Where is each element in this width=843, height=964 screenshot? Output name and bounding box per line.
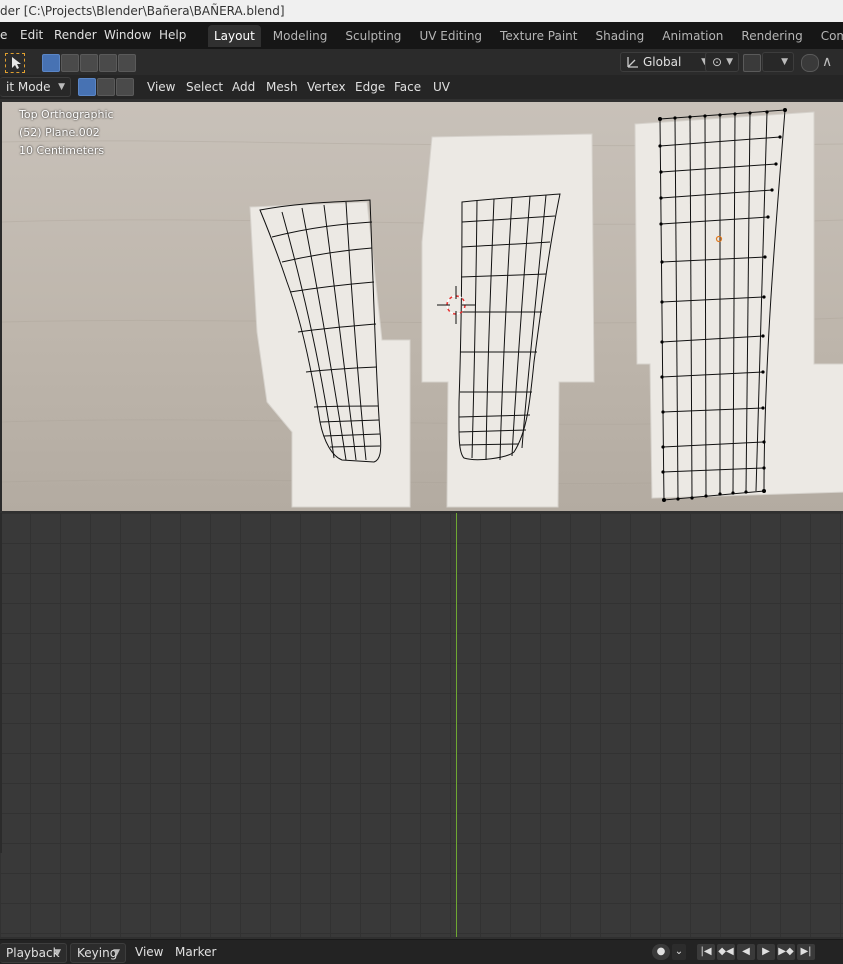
tab-sculpting[interactable]: Sculpting <box>339 25 407 47</box>
play-reverse-icon[interactable]: ◀ <box>737 944 755 960</box>
timeline-header: Playback ▼ Keying ▼ View Marker ● ⌄ |◀ ◆… <box>0 939 843 964</box>
menu-window[interactable]: Window <box>104 22 151 49</box>
window-title: der [C:\Projects\Blender\Bañera\BAÑERA.b… <box>0 4 285 18</box>
chevron-down-icon: ▼ <box>726 57 733 67</box>
select-invert-icon[interactable] <box>99 54 117 72</box>
pivot-icon: ⊙ <box>712 55 723 69</box>
workspace-tabs: Layout Modeling Sculpting UV Editing Tex… <box>208 25 843 47</box>
top-bar: e Edit Render Window Help Layout Modelin… <box>0 22 843 49</box>
prev-key-icon[interactable]: ◆◀ <box>717 944 735 960</box>
lower-left-strip <box>0 513 2 853</box>
tab-modeling[interactable]: Modeling <box>267 25 334 47</box>
3d-viewport[interactable]: Top Orthographic (52) Plane.002 10 Centi… <box>2 102 843 511</box>
reference-papers <box>249 111 843 508</box>
tool-settings-bar: Global ▼ ⊙ ▼ ▼ ∧ <box>0 49 843 75</box>
tab-rendering[interactable]: Rendering <box>735 25 808 47</box>
header-menu-edge[interactable]: Edge <box>355 75 385 99</box>
record-icon[interactable]: ● <box>652 944 670 960</box>
transform-orientation-dropdown[interactable]: Global ▼ <box>620 52 714 72</box>
viewport-scene <box>2 108 843 508</box>
select-subtract-icon[interactable] <box>80 54 98 72</box>
next-key-icon[interactable]: ▶◆ <box>777 944 795 960</box>
snap-magnet-icon[interactable] <box>743 54 761 72</box>
header-menu-select[interactable]: Select <box>186 75 223 99</box>
edge-select-icon[interactable] <box>97 78 115 96</box>
object-info-label: (52) Plane.002 <box>19 126 100 139</box>
snap-target-dropdown[interactable]: ▼ <box>762 52 794 72</box>
jump-start-icon[interactable]: |◀ <box>697 944 715 960</box>
tab-animation[interactable]: Animation <box>656 25 729 47</box>
timeline-menu-view[interactable]: View <box>135 940 163 964</box>
chevron-down-icon: ▼ <box>113 948 120 958</box>
select-extend-icon[interactable] <box>61 54 79 72</box>
tab-layout[interactable]: Layout <box>208 25 261 47</box>
playback-label: Playback <box>6 946 60 960</box>
timeline-editor[interactable] <box>0 513 843 937</box>
tab-shading[interactable]: Shading <box>589 25 650 47</box>
mode-value: it Mode <box>6 80 51 94</box>
jump-end-icon[interactable]: ▶| <box>797 944 815 960</box>
timeline-menu-marker[interactable]: Marker <box>175 940 216 964</box>
menu-render[interactable]: Render <box>54 22 97 49</box>
tab-compositing[interactable]: Compositing <box>815 25 843 47</box>
chevron-down-icon[interactable]: ⌄ <box>672 944 686 960</box>
header-menu-mesh[interactable]: Mesh <box>266 75 298 99</box>
transform-orientation-value: Global <box>643 55 682 69</box>
playback-dropdown[interactable]: Playback ▼ <box>0 943 67 963</box>
mode-dropdown[interactable]: it Mode ▼ <box>0 77 71 97</box>
cursor-arrow-icon[interactable] <box>5 53 25 73</box>
tab-texture-paint[interactable]: Texture Paint <box>494 25 583 47</box>
header-menu-uv[interactable]: UV <box>433 75 450 99</box>
keying-dropdown[interactable]: Keying ▼ <box>70 943 126 963</box>
header-menu-add[interactable]: Add <box>232 75 255 99</box>
falloff-curve-icon[interactable]: ∧ <box>822 54 838 70</box>
play-icon[interactable]: ▶ <box>757 944 775 960</box>
header-menu-view[interactable]: View <box>147 75 175 99</box>
header-menu-face[interactable]: Face <box>394 75 421 99</box>
face-select-icon[interactable] <box>116 78 134 96</box>
view-name-label: Top Orthographic <box>19 108 114 121</box>
select-intersect-icon[interactable] <box>118 54 136 72</box>
chevron-down-icon: ▼ <box>58 82 65 92</box>
menu-edit[interactable]: Edit <box>20 22 43 49</box>
chevron-down-icon: ▼ <box>54 948 61 958</box>
window-titlebar: der [C:\Projects\Blender\Bañera\BAÑERA.b… <box>0 0 843 22</box>
pivot-dropdown[interactable]: ⊙ ▼ <box>705 52 739 72</box>
orientation-axes-icon <box>627 57 638 68</box>
keying-label: Keying <box>77 946 118 960</box>
header-menu-vertex[interactable]: Vertex <box>307 75 346 99</box>
menu-file[interactable]: e <box>0 22 7 49</box>
vertex-select-icon[interactable] <box>78 78 96 96</box>
viewport-header: it Mode ▼ View Select Add Mesh Vertex Ed… <box>0 75 843 99</box>
proportional-edit-icon[interactable] <box>801 54 819 72</box>
menu-help[interactable]: Help <box>159 22 186 49</box>
playhead-line[interactable] <box>456 513 457 937</box>
select-new-icon[interactable] <box>42 54 60 72</box>
grid-scale-label: 10 Centimeters <box>19 144 105 157</box>
chevron-down-icon: ▼ <box>781 57 788 67</box>
tab-uv-editing[interactable]: UV Editing <box>413 25 488 47</box>
